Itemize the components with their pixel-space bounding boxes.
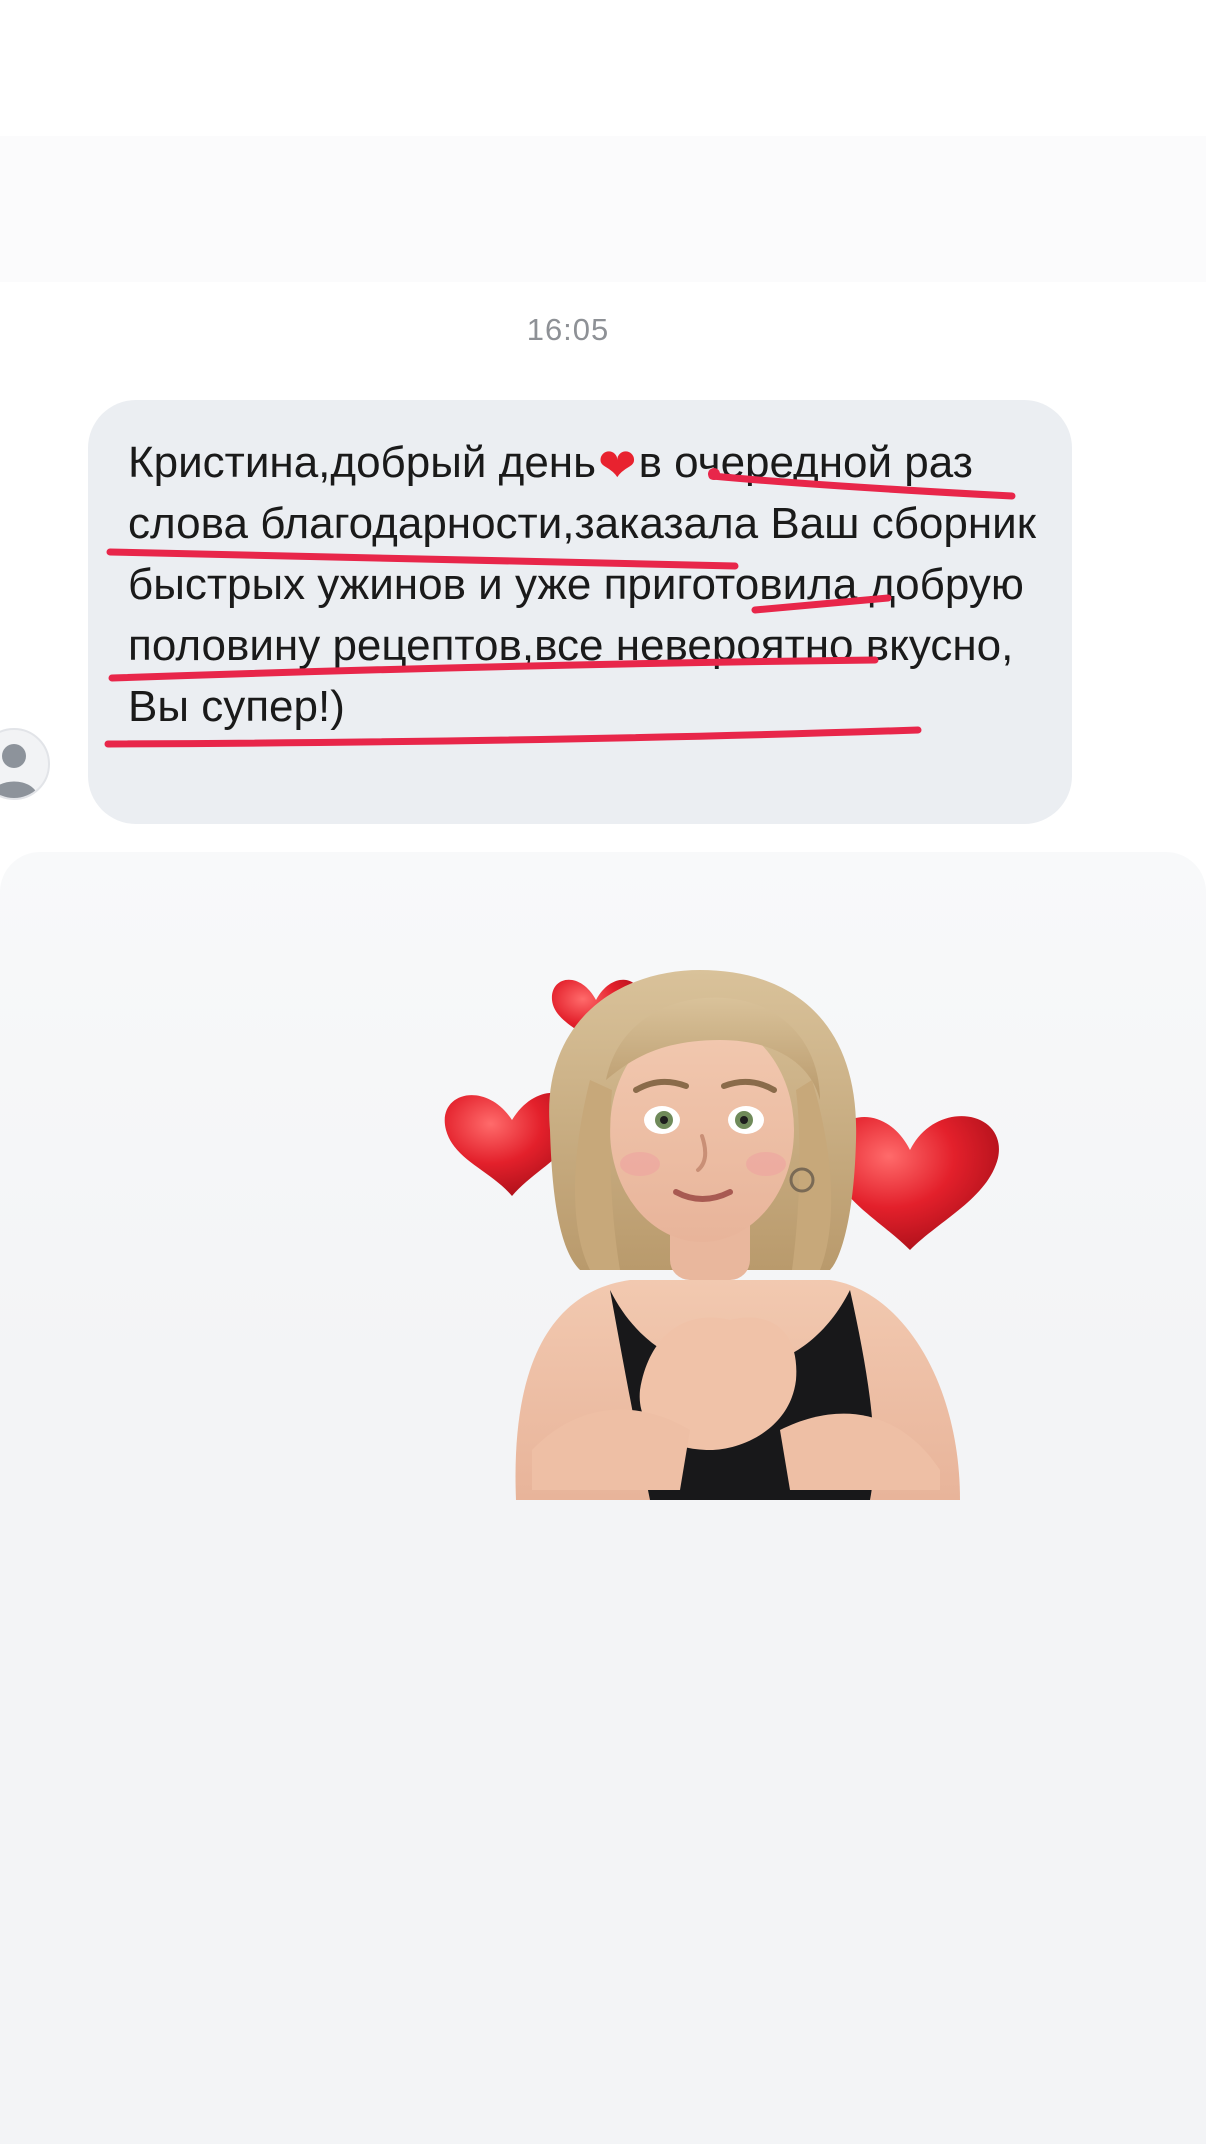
cartoon-girl-hearts-sticker[interactable] xyxy=(440,930,1020,1500)
message-text: Кристина,добрый день❤в очередной раз сло… xyxy=(128,432,1048,737)
person-placeholder-icon xyxy=(0,744,38,798)
message-timestamp: 16:05 xyxy=(526,312,610,347)
top-bar xyxy=(0,0,1206,136)
heart-emoji-icon: ❤ xyxy=(598,438,637,492)
header-strip xyxy=(0,136,1206,282)
message-text-part-1: Кристина,добрый день xyxy=(128,438,597,487)
